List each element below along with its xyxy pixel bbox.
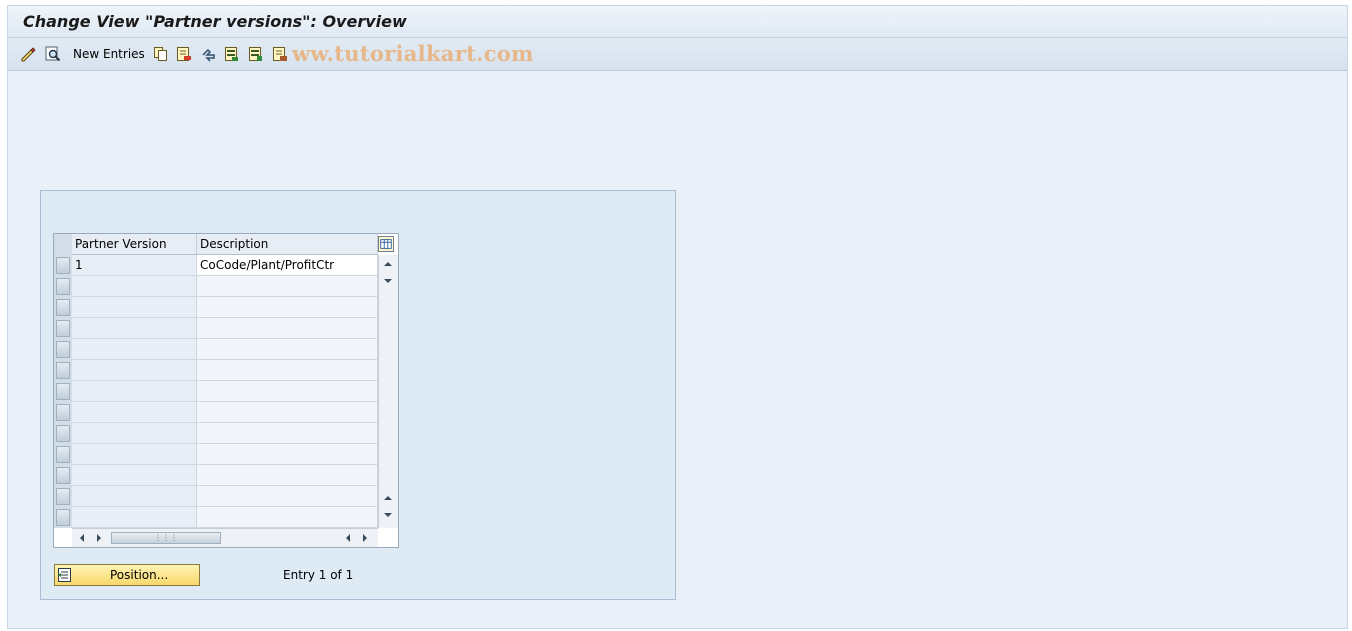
vertical-scrollbar[interactable] bbox=[378, 255, 398, 528]
table-row bbox=[54, 381, 378, 402]
cell-description[interactable] bbox=[197, 486, 378, 507]
cell-description[interactable]: CoCode/Plant/ProfitCtr bbox=[197, 255, 378, 276]
row-selector[interactable] bbox=[56, 467, 70, 484]
horizontal-scroll-thumb[interactable]: ⋮⋮⋮ bbox=[111, 532, 221, 544]
cell-partner-version[interactable] bbox=[72, 360, 197, 381]
select-block-icon[interactable] bbox=[248, 46, 264, 62]
cell-partner-version[interactable] bbox=[72, 444, 197, 465]
undo-change-icon[interactable] bbox=[201, 46, 217, 62]
cell-partner-version[interactable] bbox=[72, 507, 197, 528]
cell-description[interactable] bbox=[197, 339, 378, 360]
table-row bbox=[54, 339, 378, 360]
cell-partner-version[interactable] bbox=[72, 486, 197, 507]
row-selector[interactable] bbox=[56, 341, 70, 358]
scroll-right-icon[interactable] bbox=[93, 532, 105, 544]
cell-description[interactable] bbox=[197, 297, 378, 318]
column-header-description[interactable]: Description bbox=[197, 234, 378, 255]
row-selector[interactable] bbox=[56, 320, 70, 337]
cell-partner-version[interactable] bbox=[72, 318, 197, 339]
cell-description[interactable] bbox=[197, 318, 378, 339]
cell-description[interactable] bbox=[197, 276, 378, 297]
row-selector[interactable] bbox=[56, 488, 70, 505]
table-row: 1 CoCode/Plant/ProfitCtr bbox=[54, 255, 378, 276]
table-row bbox=[54, 486, 378, 507]
scroll-page-up-icon[interactable] bbox=[382, 492, 394, 504]
position-icon bbox=[58, 568, 71, 582]
row-selector[interactable] bbox=[56, 257, 70, 274]
row-selector[interactable] bbox=[56, 278, 70, 295]
table-row bbox=[54, 276, 378, 297]
position-button[interactable]: Position... bbox=[54, 564, 200, 586]
row-selector[interactable] bbox=[56, 425, 70, 442]
cell-description[interactable] bbox=[197, 360, 378, 381]
scroll-left-icon[interactable] bbox=[342, 532, 354, 544]
entry-count-text: Entry 1 of 1 bbox=[283, 568, 354, 582]
new-entries-button[interactable]: New Entries bbox=[73, 47, 145, 61]
display-change-icon[interactable] bbox=[20, 46, 36, 62]
cell-partner-version[interactable]: 1 bbox=[72, 255, 197, 276]
deselect-all-icon[interactable] bbox=[272, 46, 288, 62]
column-header-partner-version[interactable]: Partner Version bbox=[72, 234, 197, 255]
row-selector[interactable] bbox=[56, 362, 70, 379]
cell-description[interactable] bbox=[197, 423, 378, 444]
scroll-right-icon[interactable] bbox=[359, 532, 371, 544]
table-row bbox=[54, 318, 378, 339]
cell-description[interactable] bbox=[197, 507, 378, 528]
cell-partner-version[interactable] bbox=[72, 402, 197, 423]
cell-partner-version[interactable] bbox=[72, 276, 197, 297]
watermark-text: ww.tutorialkart.com bbox=[292, 41, 534, 66]
page-title: Change View "Partner versions": Overview bbox=[23, 12, 407, 31]
table-group-box: Partner Version Description 1 CoCode/Plan… bbox=[40, 190, 676, 600]
cell-partner-version[interactable] bbox=[72, 297, 197, 318]
find-icon[interactable] bbox=[45, 46, 61, 62]
row-selector[interactable] bbox=[56, 446, 70, 463]
cell-description[interactable] bbox=[197, 402, 378, 423]
select-all-icon[interactable] bbox=[224, 46, 240, 62]
table-row bbox=[54, 507, 378, 528]
row-selector[interactable] bbox=[56, 509, 70, 526]
row-selector[interactable] bbox=[56, 383, 70, 400]
copy-icon[interactable] bbox=[153, 46, 169, 62]
cell-description[interactable] bbox=[197, 444, 378, 465]
application-toolbar: New Entries ww.tutorialkart.com bbox=[8, 38, 1347, 71]
table-row bbox=[54, 423, 378, 444]
scroll-page-down-icon[interactable] bbox=[382, 509, 394, 521]
scroll-left-icon[interactable] bbox=[76, 532, 88, 544]
row-selector[interactable] bbox=[56, 404, 70, 421]
cell-partner-version[interactable] bbox=[72, 339, 197, 360]
cell-partner-version[interactable] bbox=[72, 465, 197, 486]
cell-partner-version[interactable] bbox=[72, 381, 197, 402]
horizontal-scrollbar[interactable]: ⋮⋮⋮ bbox=[72, 528, 378, 547]
main-window: Change View "Partner versions": Overview… bbox=[7, 5, 1348, 629]
cell-partner-version[interactable] bbox=[72, 423, 197, 444]
table-row bbox=[54, 465, 378, 486]
title-bar: Change View "Partner versions": Overview bbox=[8, 6, 1347, 38]
position-button-label: Position... bbox=[110, 568, 169, 582]
table-row bbox=[54, 360, 378, 381]
table-row bbox=[54, 444, 378, 465]
cell-description[interactable] bbox=[197, 465, 378, 486]
table-row bbox=[54, 402, 378, 423]
table-settings-icon[interactable] bbox=[378, 236, 394, 252]
scroll-up-icon[interactable] bbox=[382, 258, 394, 270]
scroll-down-icon[interactable] bbox=[382, 275, 394, 287]
delete-icon[interactable] bbox=[176, 46, 192, 62]
table-row bbox=[54, 297, 378, 318]
row-selector[interactable] bbox=[56, 299, 70, 316]
partner-versions-table: Partner Version Description 1 CoCode/Plan… bbox=[53, 233, 399, 548]
cell-description[interactable] bbox=[197, 381, 378, 402]
